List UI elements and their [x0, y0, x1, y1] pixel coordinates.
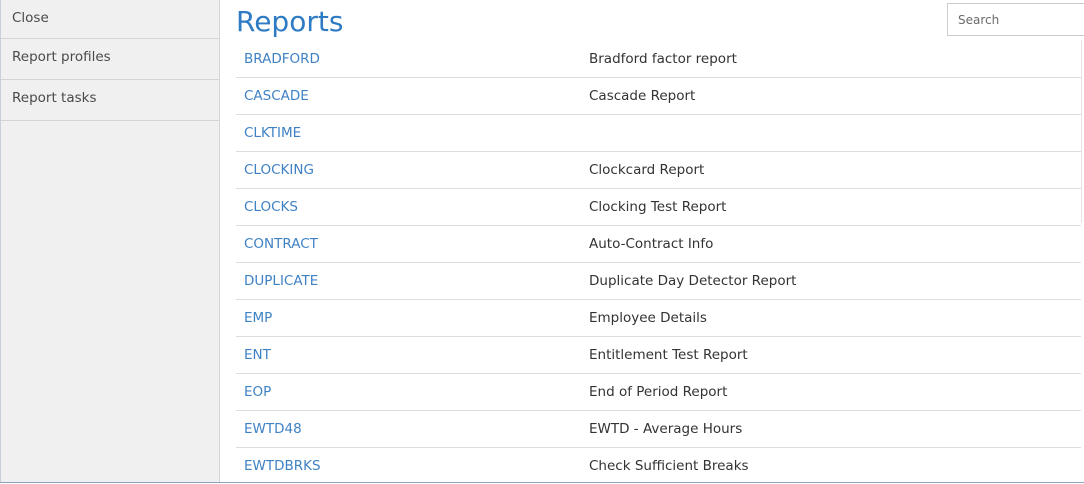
sidebar-item-close[interactable]: Close — [1, 0, 219, 39]
report-code-link[interactable]: EWTDBRKS — [244, 458, 321, 474]
table-row[interactable]: BRADFORD Bradford factor report — [236, 41, 1081, 78]
table-row[interactable]: CLOCKING Clockcard Report — [236, 152, 1081, 189]
search-input[interactable] — [947, 3, 1084, 36]
report-code-link[interactable]: CASCADE — [244, 88, 309, 104]
window-bottom-border — [0, 482, 1084, 483]
report-code-link[interactable]: CLKTIME — [244, 125, 301, 141]
report-code-link[interactable]: CLOCKING — [244, 162, 314, 178]
report-code-link[interactable]: EOP — [244, 384, 271, 400]
table-row[interactable]: EOP End of Period Report — [236, 374, 1081, 411]
report-description: Cascade Report — [589, 88, 696, 104]
table-row[interactable]: ENT Entitlement Test Report — [236, 337, 1081, 374]
table-row[interactable]: EMP Employee Details — [236, 300, 1081, 337]
report-code-link[interactable]: EMP — [244, 310, 272, 326]
table-row[interactable]: CASCADE Cascade Report — [236, 78, 1081, 115]
report-description: Auto-Contract Info — [589, 236, 714, 252]
table-row[interactable]: DUPLICATE Duplicate Day Detector Report — [236, 263, 1081, 300]
report-code-link[interactable]: BRADFORD — [244, 51, 320, 67]
page-title: Reports — [236, 5, 344, 38]
report-code-link[interactable]: CLOCKS — [244, 199, 298, 215]
report-code-link[interactable]: DUPLICATE — [244, 273, 318, 289]
report-description: End of Period Report — [589, 384, 728, 400]
report-code-link[interactable]: EWTD48 — [244, 421, 302, 437]
table-row[interactable]: CONTRACT Auto-Contract Info — [236, 226, 1081, 263]
sidebar-item-report-profiles[interactable]: Report profiles — [1, 39, 219, 80]
sidebar: Close Report profiles Report tasks — [0, 0, 220, 483]
report-description: Duplicate Day Detector Report — [589, 273, 797, 289]
report-description: Clocking Test Report — [589, 199, 727, 215]
report-description: Bradford factor report — [589, 51, 737, 67]
report-code-link[interactable]: CONTRACT — [244, 236, 318, 252]
main-content: Reports BRADFORD Bradford factor report … — [221, 0, 1084, 482]
report-description: Entitlement Test Report — [589, 347, 748, 363]
report-description: Employee Details — [589, 310, 707, 326]
table-row[interactable]: CLOCKS Clocking Test Report — [236, 189, 1081, 226]
reports-window: Close Report profiles Report tasks Repor… — [0, 0, 1084, 484]
reports-table: BRADFORD Bradford factor report CASCADE … — [236, 41, 1081, 484]
table-row[interactable]: EWTD48 EWTD - Average Hours — [236, 411, 1081, 448]
report-code-link[interactable]: ENT — [244, 347, 271, 363]
table-row[interactable]: EWTDBRKS Check Sufficient Breaks — [236, 448, 1081, 484]
scrollbar-track[interactable] — [1081, 40, 1082, 223]
report-description: Clockcard Report — [589, 162, 705, 178]
table-row[interactable]: CLKTIME — [236, 115, 1081, 152]
report-description: Check Sufficient Breaks — [589, 458, 749, 474]
sidebar-item-report-tasks[interactable]: Report tasks — [1, 80, 219, 121]
report-description: EWTD - Average Hours — [589, 421, 743, 437]
